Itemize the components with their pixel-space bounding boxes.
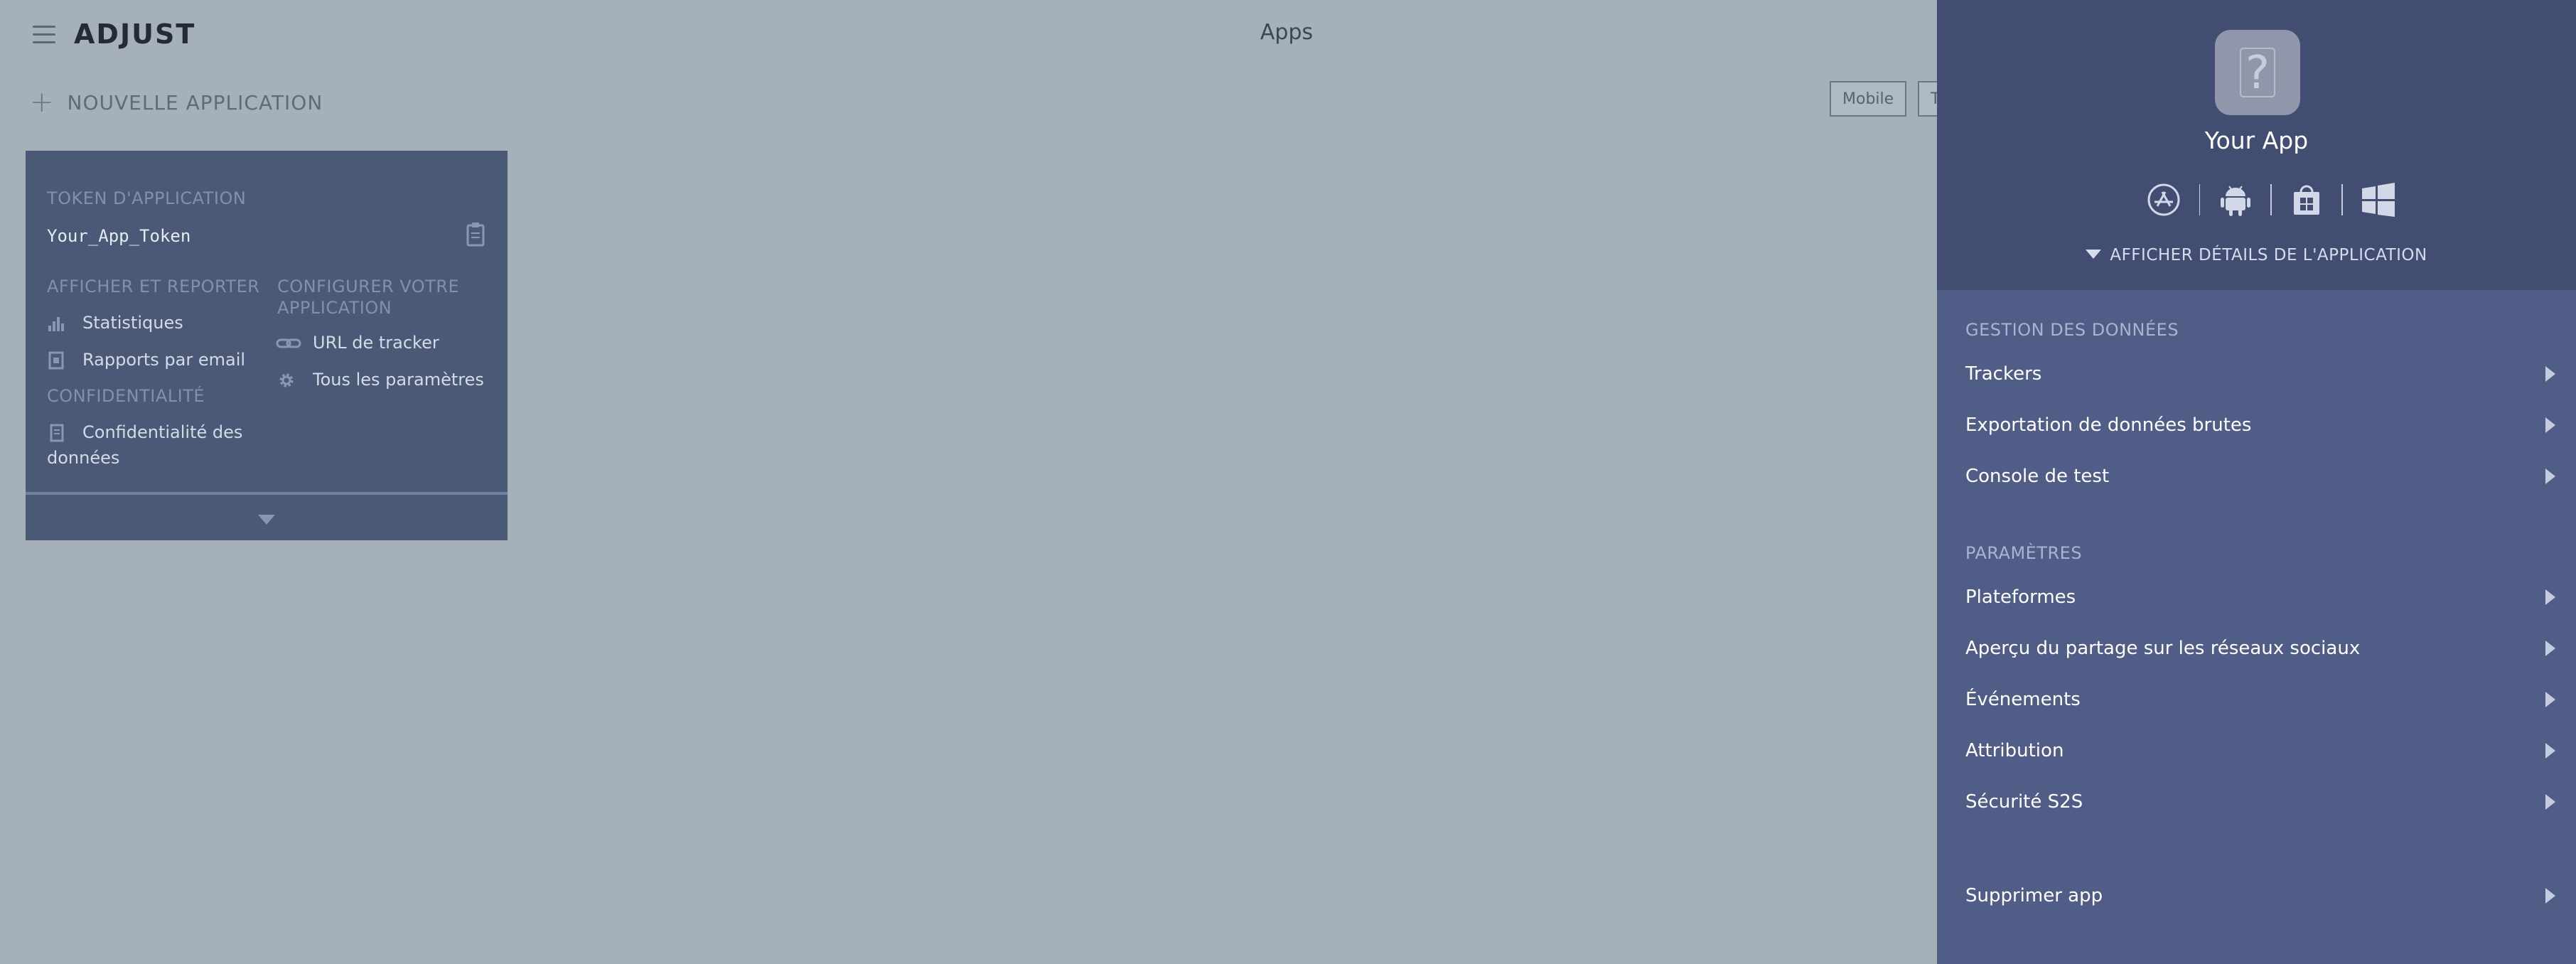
chevron-right-icon (2545, 468, 2555, 484)
data-privacy-link-line2[interactable]: données (47, 445, 119, 471)
filter-mobile-button[interactable]: Mobile (1830, 81, 1907, 117)
chevron-right-icon (2545, 743, 2555, 759)
menu-item-label: Attribution (1965, 740, 2064, 761)
gear-icon (279, 373, 294, 387)
menu-item-social-sharing-preview[interactable]: Aperçu du partage sur les réseaux sociau… (1965, 627, 2561, 670)
menu-item-platforms[interactable]: Plateformes (1965, 576, 2561, 618)
token-value: Your_App_Token (47, 226, 191, 246)
bar-chart-icon (48, 317, 64, 331)
chevron-right-icon (2545, 417, 2555, 433)
menu-item-raw-data-export[interactable]: Exportation de données brutes (1965, 404, 2561, 446)
menu-item-events[interactable]: Événements (1965, 678, 2561, 721)
app-icon-glyph: ? (2245, 47, 2270, 100)
menu-item-label: Aperçu du partage sur les réseaux sociau… (1965, 638, 2361, 659)
app-settings-drawer: ? Your App AFFICHER DÉTAILS DE L'APPLICA… (1937, 0, 2576, 964)
email-reports-link[interactable]: Rapports par email (82, 347, 245, 373)
menu-item-s2s-security[interactable]: Sécurité S2S (1965, 781, 2561, 823)
configure-section-line1: CONFIGURER VOTRE (277, 277, 460, 296)
menu-item-label: Plateformes (1965, 587, 2076, 608)
settings-section-title: PARAMÈTRES (1965, 543, 2083, 563)
show-app-details-toggle[interactable]: AFFICHER DÉTAILS DE L'APPLICATION (1937, 246, 2576, 264)
privacy-section: CONFIDENTIALITÉ (47, 386, 205, 406)
data-management-section-title: GESTION DES DONNÉES (1965, 320, 2179, 340)
menu-item-label: Supprimer app (1965, 885, 2103, 906)
chevron-right-icon (2545, 366, 2555, 382)
app-placeholder-icon: ? (2215, 30, 2300, 115)
chevron-down-icon (258, 515, 275, 525)
menu-item-trackers[interactable]: Trackers (1965, 353, 2561, 395)
menu-item-label: Exportation de données brutes (1965, 414, 2252, 436)
new-application-button[interactable]: + NOUVELLE APPLICATION (30, 88, 323, 117)
new-application-label: NOUVELLE APPLICATION (67, 90, 323, 114)
app-name: Your App (2204, 127, 2309, 154)
clipboard-icon[interactable] (465, 222, 486, 247)
chevron-right-icon (2545, 794, 2555, 810)
menu-item-label: Sécurité S2S (1965, 791, 2083, 813)
menu-item-delete-app[interactable]: Supprimer app (1965, 874, 2561, 917)
show-app-details-label: AFFICHER DÉTAILS DE L'APPLICATION (2110, 246, 2427, 264)
windows-store-icon[interactable] (2272, 182, 2342, 218)
link-icon (276, 338, 301, 348)
menu-item-test-console[interactable]: Console de test (1965, 455, 2561, 498)
app-card[interactable]: TOKEN D'APPLICATION Your_App_Token AFFIC… (26, 151, 508, 540)
triangle-down-icon (2086, 250, 2102, 259)
view-report-section: AFFICHER ET REPORTER (47, 277, 260, 296)
chevron-right-icon (2545, 888, 2555, 904)
all-settings-link[interactable]: Tous les paramètres (313, 367, 484, 392)
token-label: TOKEN D'APPLICATION (47, 188, 247, 208)
report-icon (48, 351, 64, 370)
chevron-right-icon (2545, 692, 2555, 707)
configure-section-line2: APPLICATION (277, 298, 392, 318)
menu-item-label: Trackers (1965, 363, 2042, 385)
menu-item-label: Événements (1965, 689, 2081, 710)
drawer-header: ? Your App AFFICHER DÉTAILS DE L'APPLICA… (1937, 0, 2576, 290)
platform-icons (2129, 182, 2413, 218)
data-privacy-link-line1[interactable]: Confidentialité des (82, 419, 242, 445)
plus-icon: + (30, 86, 55, 119)
chevron-right-icon (2545, 589, 2555, 605)
tracker-url-link[interactable]: URL de tracker (313, 330, 439, 355)
menu-item-label: Console de test (1965, 466, 2110, 487)
privacy-document-icon (50, 424, 64, 442)
statistics-link[interactable]: Statistiques (82, 310, 183, 336)
android-icon[interactable] (2200, 182, 2270, 218)
card-expand-footer[interactable] (26, 492, 508, 540)
chevron-right-icon (2545, 641, 2555, 656)
app-store-icon[interactable] (2129, 182, 2199, 218)
menu-item-attribution[interactable]: Attribution (1965, 729, 2561, 772)
windows-icon[interactable] (2343, 182, 2413, 218)
